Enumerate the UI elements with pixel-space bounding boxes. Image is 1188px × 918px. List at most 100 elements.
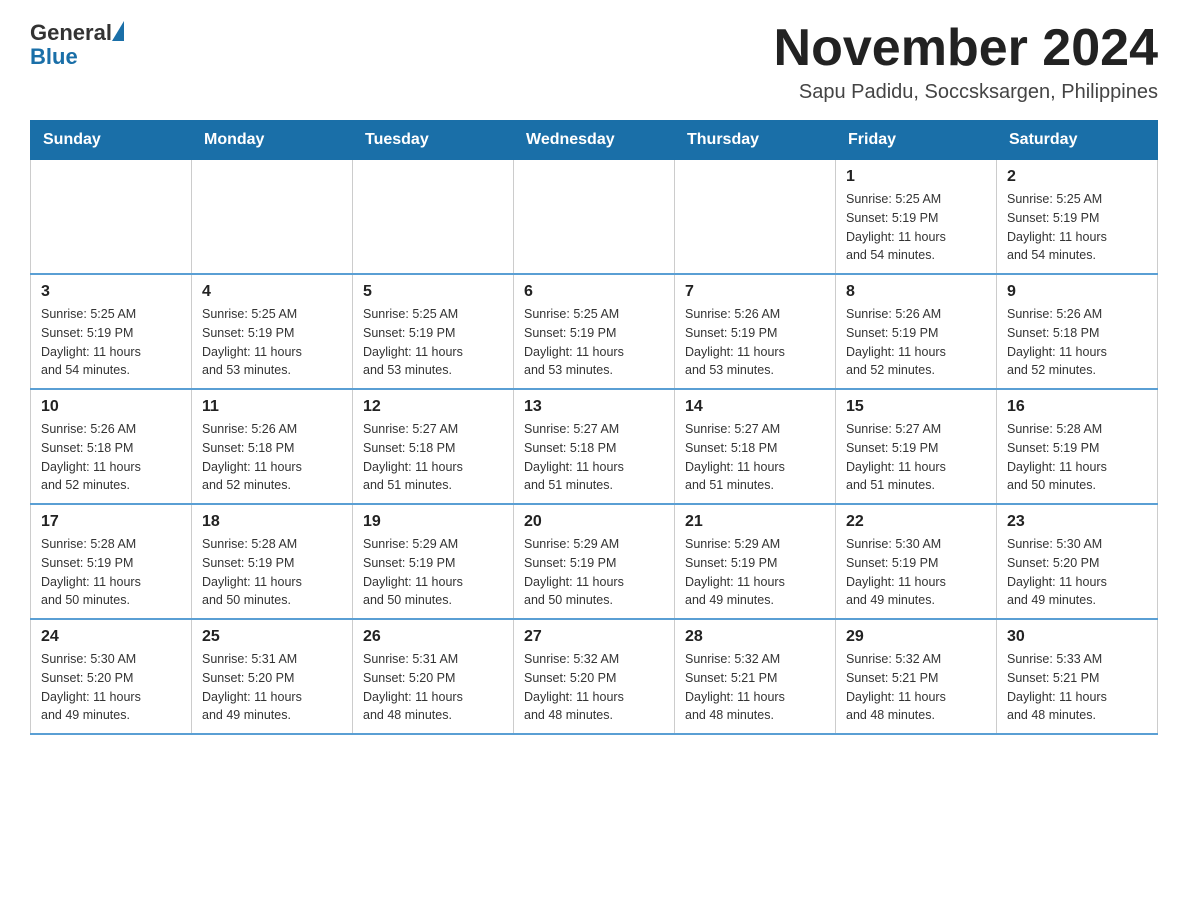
calendar-day-cell: 10 Sunrise: 5:26 AM Sunset: 5:18 PM Dayli… [31,389,192,504]
calendar-day-cell: 11 Sunrise: 5:26 AM Sunset: 5:18 PM Dayli… [192,389,353,504]
day-number: 4 [202,283,342,301]
calendar-day-cell: 28 Sunrise: 5:32 AM Sunset: 5:21 PM Dayli… [675,619,836,734]
day-info: Sunrise: 5:29 AM Sunset: 5:19 PM Dayligh… [524,535,664,610]
calendar-day-cell [353,160,514,275]
logo: General Blue [30,20,124,70]
day-number: 11 [202,398,342,416]
day-info: Sunrise: 5:32 AM Sunset: 5:21 PM Dayligh… [846,650,986,725]
day-info: Sunrise: 5:27 AM Sunset: 5:19 PM Dayligh… [846,420,986,495]
page-header: General Blue November 2024 Sapu Padidu, … [30,20,1158,104]
location-subtitle: Sapu Padidu, Soccsksargen, Philippines [774,81,1158,104]
calendar-day-cell: 30 Sunrise: 5:33 AM Sunset: 5:21 PM Dayli… [997,619,1158,734]
calendar-day-cell: 7 Sunrise: 5:26 AM Sunset: 5:19 PM Daylig… [675,274,836,389]
day-info: Sunrise: 5:29 AM Sunset: 5:19 PM Dayligh… [363,535,503,610]
day-number: 27 [524,628,664,646]
logo-blue-text: Blue [30,44,78,70]
day-number: 18 [202,513,342,531]
day-number: 30 [1007,628,1147,646]
day-info: Sunrise: 5:27 AM Sunset: 5:18 PM Dayligh… [685,420,825,495]
day-info: Sunrise: 5:30 AM Sunset: 5:20 PM Dayligh… [1007,535,1147,610]
day-info: Sunrise: 5:32 AM Sunset: 5:21 PM Dayligh… [685,650,825,725]
day-info: Sunrise: 5:28 AM Sunset: 5:19 PM Dayligh… [202,535,342,610]
day-number: 12 [363,398,503,416]
calendar-day-cell: 20Sunrise: 5:29 AM Sunset: 5:19 PM Dayli… [514,504,675,619]
calendar-week-row: 3 Sunrise: 5:25 AM Sunset: 5:19 PM Daylig… [31,274,1158,389]
day-number: 26 [363,628,503,646]
day-info: Sunrise: 5:25 AM Sunset: 5:19 PM Dayligh… [363,305,503,380]
day-info: Sunrise: 5:31 AM Sunset: 5:20 PM Dayligh… [202,650,342,725]
day-header-sunday: Sunday [31,121,192,160]
day-number: 23 [1007,513,1147,531]
calendar-table: SundayMondayTuesdayWednesdayThursdayFrid… [30,120,1158,735]
day-number: 8 [846,283,986,301]
day-number: 3 [41,283,181,301]
calendar-day-cell: 2 Sunrise: 5:25 AM Sunset: 5:19 PM Daylig… [997,160,1158,275]
calendar-day-cell: 23 Sunrise: 5:30 AM Sunset: 5:20 PM Dayli… [997,504,1158,619]
calendar-week-row: 10 Sunrise: 5:26 AM Sunset: 5:18 PM Dayli… [31,389,1158,504]
day-info: Sunrise: 5:25 AM Sunset: 5:19 PM Dayligh… [202,305,342,380]
day-info: Sunrise: 5:29 AM Sunset: 5:19 PM Dayligh… [685,535,825,610]
day-header-monday: Monday [192,121,353,160]
day-number: 29 [846,628,986,646]
day-number: 21 [685,513,825,531]
day-number: 2 [1007,168,1147,186]
calendar-day-cell [31,160,192,275]
calendar-day-cell: 15 Sunrise: 5:27 AM Sunset: 5:19 PM Dayli… [836,389,997,504]
calendar-day-cell: 6Sunrise: 5:25 AM Sunset: 5:19 PM Daylig… [514,274,675,389]
day-header-thursday: Thursday [675,121,836,160]
day-info: Sunrise: 5:30 AM Sunset: 5:19 PM Dayligh… [846,535,986,610]
calendar-day-cell: 4 Sunrise: 5:25 AM Sunset: 5:19 PM Daylig… [192,274,353,389]
calendar-day-cell: 13Sunrise: 5:27 AM Sunset: 5:18 PM Dayli… [514,389,675,504]
calendar-day-cell: 26 Sunrise: 5:31 AM Sunset: 5:20 PM Dayli… [353,619,514,734]
day-number: 10 [41,398,181,416]
day-info: Sunrise: 5:25 AM Sunset: 5:19 PM Dayligh… [524,305,664,380]
calendar-day-cell: 27 Sunrise: 5:32 AM Sunset: 5:20 PM Dayli… [514,619,675,734]
day-info: Sunrise: 5:28 AM Sunset: 5:19 PM Dayligh… [1007,420,1147,495]
calendar-day-cell [675,160,836,275]
day-info: Sunrise: 5:25 AM Sunset: 5:19 PM Dayligh… [41,305,181,380]
day-number: 5 [363,283,503,301]
day-number: 9 [1007,283,1147,301]
calendar-day-cell [514,160,675,275]
calendar-day-cell: 24Sunrise: 5:30 AM Sunset: 5:20 PM Dayli… [31,619,192,734]
day-info: Sunrise: 5:30 AM Sunset: 5:20 PM Dayligh… [41,650,181,725]
day-info: Sunrise: 5:27 AM Sunset: 5:18 PM Dayligh… [363,420,503,495]
calendar-day-cell: 16 Sunrise: 5:28 AM Sunset: 5:19 PM Dayli… [997,389,1158,504]
month-title: November 2024 [774,20,1158,77]
day-info: Sunrise: 5:33 AM Sunset: 5:21 PM Dayligh… [1007,650,1147,725]
day-info: Sunrise: 5:25 AM Sunset: 5:19 PM Dayligh… [1007,190,1147,265]
day-header-wednesday: Wednesday [514,121,675,160]
calendar-day-cell: 14Sunrise: 5:27 AM Sunset: 5:18 PM Dayli… [675,389,836,504]
day-info: Sunrise: 5:31 AM Sunset: 5:20 PM Dayligh… [363,650,503,725]
day-number: 16 [1007,398,1147,416]
day-number: 1 [846,168,986,186]
day-info: Sunrise: 5:28 AM Sunset: 5:19 PM Dayligh… [41,535,181,610]
day-number: 7 [685,283,825,301]
day-info: Sunrise: 5:26 AM Sunset: 5:19 PM Dayligh… [685,305,825,380]
day-info: Sunrise: 5:25 AM Sunset: 5:19 PM Dayligh… [846,190,986,265]
day-info: Sunrise: 5:26 AM Sunset: 5:19 PM Dayligh… [846,305,986,380]
calendar-day-cell: 9Sunrise: 5:26 AM Sunset: 5:18 PM Daylig… [997,274,1158,389]
day-info: Sunrise: 5:26 AM Sunset: 5:18 PM Dayligh… [202,420,342,495]
day-header-tuesday: Tuesday [353,121,514,160]
day-number: 22 [846,513,986,531]
calendar-week-row: 17Sunrise: 5:28 AM Sunset: 5:19 PM Dayli… [31,504,1158,619]
day-number: 28 [685,628,825,646]
title-section: November 2024 Sapu Padidu, Soccsksargen,… [774,20,1158,104]
day-info: Sunrise: 5:27 AM Sunset: 5:18 PM Dayligh… [524,420,664,495]
day-header-friday: Friday [836,121,997,160]
calendar-day-cell: 12 Sunrise: 5:27 AM Sunset: 5:18 PM Dayli… [353,389,514,504]
calendar-day-cell: 18 Sunrise: 5:28 AM Sunset: 5:19 PM Dayli… [192,504,353,619]
day-info: Sunrise: 5:32 AM Sunset: 5:20 PM Dayligh… [524,650,664,725]
logo-triangle-icon [112,21,124,41]
day-header-saturday: Saturday [997,121,1158,160]
calendar-day-cell: 21 Sunrise: 5:29 AM Sunset: 5:19 PM Dayli… [675,504,836,619]
logo-general-text: General [30,20,112,46]
day-info: Sunrise: 5:26 AM Sunset: 5:18 PM Dayligh… [41,420,181,495]
calendar-header-row: SundayMondayTuesdayWednesdayThursdayFrid… [31,121,1158,160]
calendar-day-cell: 17Sunrise: 5:28 AM Sunset: 5:19 PM Dayli… [31,504,192,619]
calendar-day-cell: 8 Sunrise: 5:26 AM Sunset: 5:19 PM Daylig… [836,274,997,389]
calendar-day-cell: 1 Sunrise: 5:25 AM Sunset: 5:19 PM Daylig… [836,160,997,275]
calendar-day-cell: 3 Sunrise: 5:25 AM Sunset: 5:19 PM Daylig… [31,274,192,389]
day-number: 15 [846,398,986,416]
